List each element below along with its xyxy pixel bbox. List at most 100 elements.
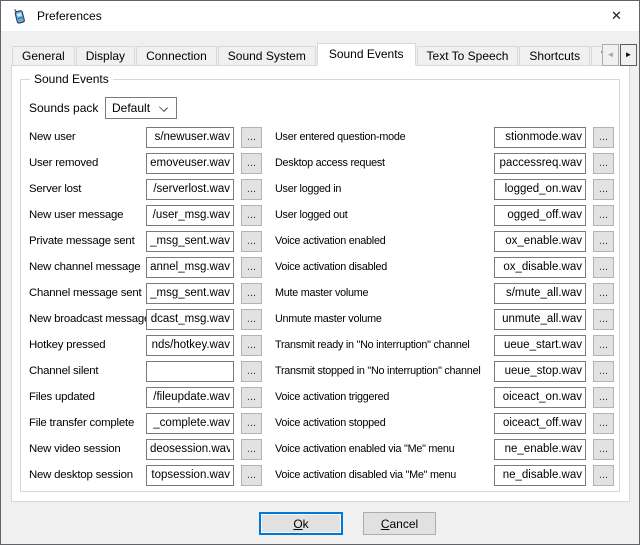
sound-file-input[interactable] [146, 179, 234, 200]
sound-file-input[interactable] [146, 413, 234, 434]
sound-file-input[interactable] [146, 309, 234, 330]
sound-file-input[interactable] [494, 179, 586, 200]
browse-button[interactable]: ... [241, 439, 262, 460]
browse-button[interactable]: ... [593, 309, 614, 330]
event-label: New desktop session [29, 469, 146, 481]
sound-file-input[interactable] [494, 465, 586, 486]
sounds-pack-select[interactable]: Default [105, 97, 177, 119]
browse-button[interactable]: ... [593, 439, 614, 460]
sound-file-input[interactable] [494, 361, 586, 382]
browse-button[interactable]: ... [593, 231, 614, 252]
tab-scroll-left-icon[interactable]: ◄ [602, 44, 619, 66]
browse-button[interactable]: ... [593, 387, 614, 408]
event-label: User logged out [275, 209, 494, 221]
tab-display[interactable]: Display [76, 46, 135, 66]
sound-file-input[interactable] [494, 257, 586, 278]
browse-button[interactable]: ... [593, 361, 614, 382]
sound-events-list: New user ... User entered question-mode … [29, 124, 617, 488]
sound-file-input[interactable] [146, 387, 234, 408]
event-label: Files updated [29, 391, 146, 403]
event-label: Server lost [29, 183, 146, 195]
browse-button[interactable]: ... [593, 283, 614, 304]
browse-button[interactable]: ... [593, 257, 614, 278]
event-label: Private message sent [29, 235, 146, 247]
titlebar: Preferences ✕ [1, 1, 639, 31]
tab-shortcuts[interactable]: Shortcuts [519, 46, 590, 66]
sound-file-input[interactable] [146, 153, 234, 174]
sound-file-input[interactable] [146, 127, 234, 148]
sound-file-input[interactable] [494, 127, 586, 148]
sound-file-input[interactable] [146, 335, 234, 356]
tab-sound-events[interactable]: Sound Events [317, 43, 416, 66]
sound-file-input[interactable] [146, 231, 234, 252]
sound-file-input[interactable] [494, 309, 586, 330]
event-label: User removed [29, 157, 146, 169]
browse-button[interactable]: ... [241, 179, 262, 200]
browse-button[interactable]: ... [593, 335, 614, 356]
sound-file-input[interactable] [494, 335, 586, 356]
sound-event-row: New user message ... User logged out ... [29, 202, 617, 228]
event-label: Voice activation stopped [275, 417, 494, 429]
browse-button[interactable]: ... [593, 413, 614, 434]
browse-button[interactable]: ... [593, 179, 614, 200]
sound-file-input[interactable] [494, 283, 586, 304]
sound-file-input[interactable] [494, 153, 586, 174]
browse-button[interactable]: ... [241, 361, 262, 382]
browse-button[interactable]: ... [241, 257, 262, 278]
event-label: Channel message sent [29, 287, 146, 299]
browse-button[interactable]: ... [241, 413, 262, 434]
sound-file-input[interactable] [494, 205, 586, 226]
event-label: Mute master volume [275, 287, 494, 299]
sound-file-input[interactable] [146, 283, 234, 304]
close-button[interactable]: ✕ [594, 1, 639, 31]
browse-button[interactable]: ... [241, 309, 262, 330]
sound-file-input[interactable] [494, 387, 586, 408]
sound-file-input[interactable] [494, 231, 586, 252]
browse-button[interactable]: ... [241, 465, 262, 486]
sound-file-input[interactable] [494, 439, 586, 460]
event-label: New channel message [29, 261, 146, 273]
event-label: Voice activation enabled via "Me" menu [275, 443, 494, 455]
browse-button[interactable]: ... [593, 205, 614, 226]
sound-file-input[interactable] [494, 413, 586, 434]
sound-events-groupbox: Sound Events Sounds pack Default New use… [20, 79, 620, 492]
sound-file-input[interactable] [146, 361, 234, 382]
browse-button[interactable]: ... [241, 153, 262, 174]
browse-button[interactable]: ... [241, 231, 262, 252]
browse-button[interactable]: ... [241, 283, 262, 304]
browse-button[interactable]: ... [593, 127, 614, 148]
tab-general[interactable]: General [12, 46, 75, 66]
event-label: Transmit ready in "No interruption" chan… [275, 339, 494, 351]
event-label: User entered question-mode [275, 131, 494, 143]
event-label: Voice activation disabled via "Me" menu [275, 469, 494, 481]
event-label: New user [29, 131, 146, 143]
sound-file-input[interactable] [146, 439, 234, 460]
browse-button[interactable]: ... [593, 465, 614, 486]
browse-button[interactable]: ... [241, 127, 262, 148]
event-label: Channel silent [29, 365, 146, 377]
event-label: New broadcast message [29, 313, 146, 325]
sound-file-input[interactable] [146, 465, 234, 486]
sound-file-input[interactable] [146, 257, 234, 278]
cancel-button[interactable]: Cancel [363, 512, 436, 535]
browse-button[interactable]: ... [241, 205, 262, 226]
event-label: Voice activation triggered [275, 391, 494, 403]
tab-sound-system[interactable]: Sound System [218, 46, 316, 66]
browse-button[interactable]: ... [593, 153, 614, 174]
chevron-down-icon [159, 103, 168, 112]
sounds-pack-label: Sounds pack [29, 101, 105, 115]
ok-button[interactable]: Ok [259, 512, 343, 535]
sound-event-row: Channel message sent ... Mute master vol… [29, 280, 617, 306]
sound-event-row: New channel message ... Voice activation… [29, 254, 617, 280]
sound-file-input[interactable] [146, 205, 234, 226]
browse-button[interactable]: ... [241, 335, 262, 356]
event-label: Transmit stopped in "No interruption" ch… [275, 365, 494, 377]
tab-text-to-speech[interactable]: Text To Speech [417, 46, 519, 66]
sounds-pack-row: Sounds pack Default [29, 97, 177, 119]
tab-connection[interactable]: Connection [136, 46, 217, 66]
sound-event-row: New video session ... Voice activation e… [29, 436, 617, 462]
tab-scroll-right-icon[interactable]: ► [620, 44, 637, 66]
sound-event-row: Hotkey pressed ... Transmit ready in "No… [29, 332, 617, 358]
browse-button[interactable]: ... [241, 387, 262, 408]
tab-video[interactable]: Video [591, 46, 602, 66]
